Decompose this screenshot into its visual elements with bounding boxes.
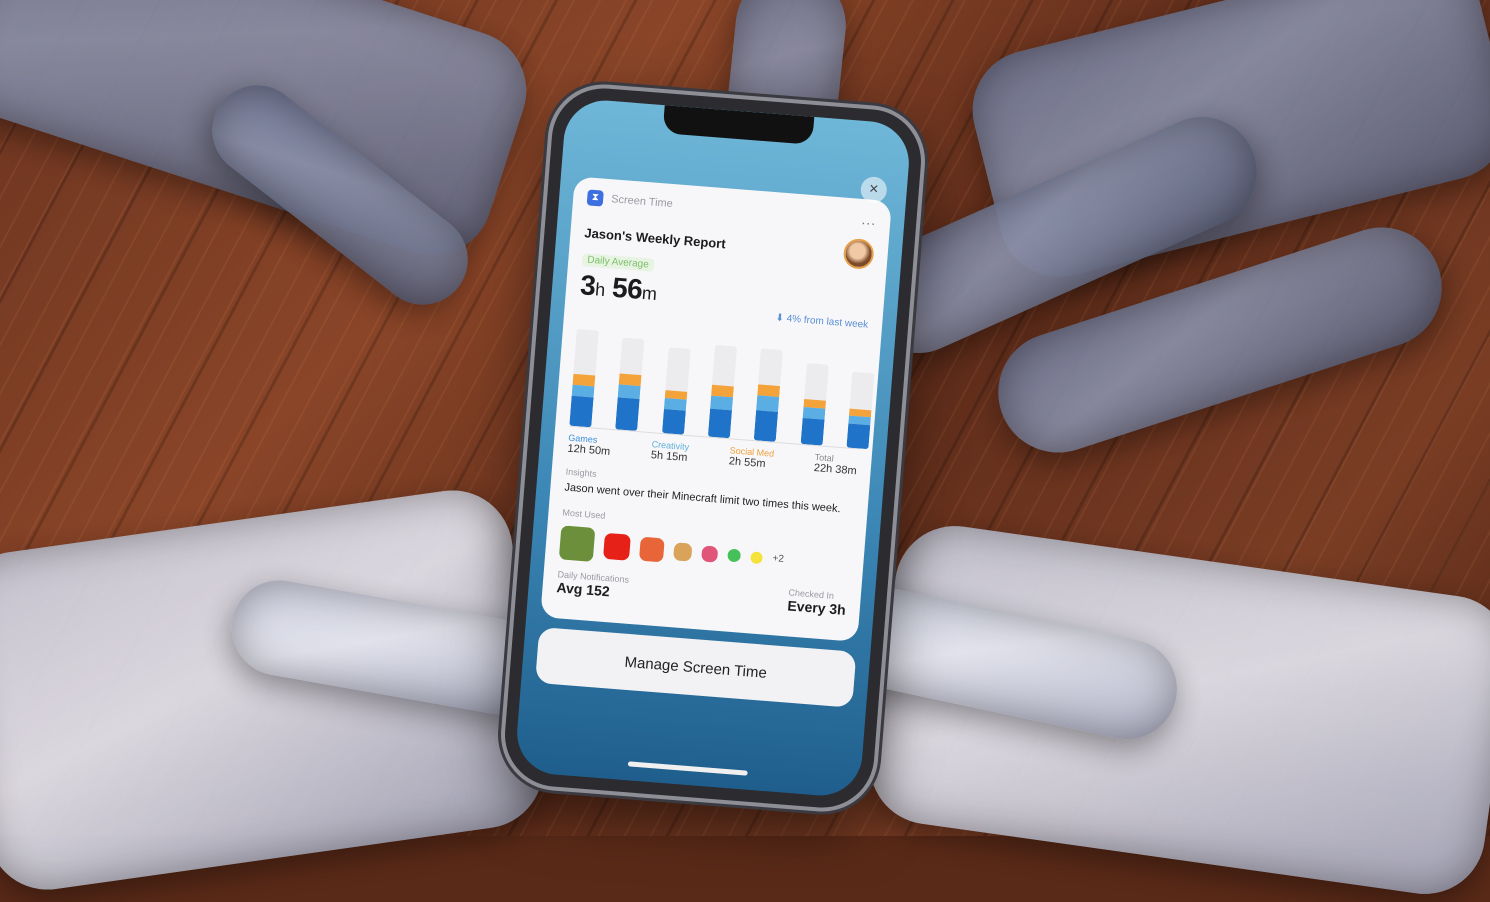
chart-bar-6-segment-1 [800, 418, 825, 446]
category-1: Games 12h 50m [567, 433, 611, 458]
chart-bar-7 [846, 372, 875, 450]
chart-bar-6 [800, 363, 829, 446]
category-4: Total 22h 38m [813, 452, 857, 477]
iphone: × ⧗ Screen Time ... Jason's Weekly Repor… [501, 84, 925, 812]
more-apps-count: +2 [772, 553, 785, 566]
manage-screen-time-button[interactable]: Manage Screen Time [535, 626, 857, 708]
chart-bar-5-segment-1 [754, 410, 779, 442]
daily-hours-unit: h [594, 279, 606, 300]
snapchat-app-icon[interactable] [750, 551, 763, 565]
trend-icon: ⬇ [775, 312, 785, 325]
screen-time-app-icon: ⧗ [586, 189, 604, 207]
phone-notch [662, 105, 815, 145]
category-value: 12h 50m [567, 442, 611, 458]
daily-minutes: 56 [610, 271, 644, 305]
character-app-icon[interactable] [673, 542, 693, 562]
chart-bar-2-segment-1 [615, 397, 640, 432]
category-2: Creativity 5h 15m [650, 439, 689, 464]
home-indicator[interactable] [627, 761, 748, 776]
chart-bar-5-segment-2 [756, 394, 780, 412]
chart-bar-7-segment-1 [846, 423, 871, 450]
chart-bar-4-segment-1 [707, 408, 733, 439]
more-options-button[interactable]: ... [861, 211, 877, 228]
youtube-app-icon[interactable] [602, 532, 631, 561]
chart-bar-1-segment-1 [569, 395, 594, 428]
game-app-icon[interactable] [638, 536, 665, 563]
instagram-app-icon[interactable] [701, 545, 719, 563]
checkin-stat: Checked In Every 3h [787, 587, 847, 617]
notifications-stat: Daily Notifications Avg 152 [556, 569, 629, 601]
category-value: 5h 15m [650, 449, 688, 465]
daily-minutes-unit: m [641, 282, 658, 305]
category-value: 22h 38m [813, 461, 858, 478]
category-3: Social Med 2h 55m [728, 445, 774, 470]
usage-bar-chart [569, 317, 875, 450]
chart-bar-1 [569, 328, 599, 428]
chart-bar-3-segment-1 [661, 409, 686, 435]
chart-bar-2 [615, 337, 645, 432]
category-value: 2h 55m [728, 455, 766, 471]
phone-screen: × ⧗ Screen Time ... Jason's Weekly Repor… [514, 97, 912, 799]
chart-bar-5 [754, 348, 784, 442]
weekly-report-card[interactable]: ⧗ Screen Time ... Jason's Weekly Report … [540, 176, 892, 642]
report-title: Jason's Weekly Report [583, 224, 727, 251]
checkin-value: Every 3h [786, 597, 847, 618]
chart-bar-4 [707, 345, 738, 439]
notification-app-name: Screen Time [610, 193, 674, 211]
minecraft-app-icon[interactable] [558, 525, 596, 562]
chart-bar-3 [661, 346, 691, 435]
messages-app-icon[interactable] [727, 548, 742, 563]
daily-average-label: Daily Average [581, 253, 655, 272]
avatar [842, 237, 875, 270]
